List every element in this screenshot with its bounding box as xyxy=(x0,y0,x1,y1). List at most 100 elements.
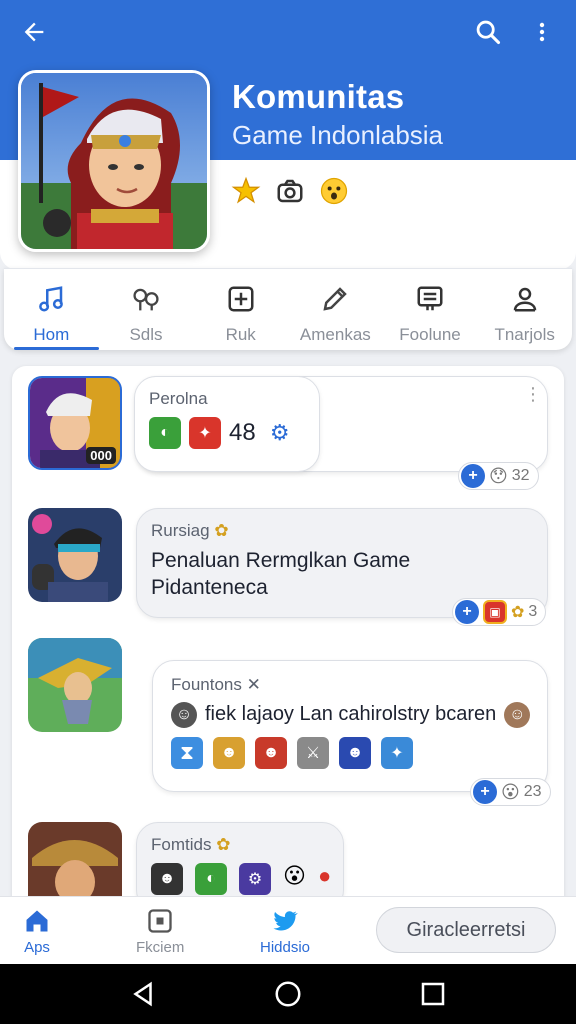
add-reaction-icon: + xyxy=(473,780,497,804)
add-reaction-icon: + xyxy=(455,600,479,624)
post-author-row: Fountons ✕ xyxy=(171,675,261,695)
post-avatar[interactable] xyxy=(28,508,122,602)
hourglass-icon: ⧗ xyxy=(171,737,203,769)
tab-sdls[interactable]: Sdls xyxy=(99,269,194,350)
screen: Komunitas Game Indonlabsia Hom Sdls Ruk … xyxy=(0,0,576,1024)
user-avatar-icon: ☺ xyxy=(504,701,531,728)
app-bar xyxy=(0,0,576,64)
tab-ruk[interactable]: Ruk xyxy=(193,269,288,350)
game-icon: ☻ xyxy=(255,737,287,769)
tab-foolune[interactable]: Foolune xyxy=(383,269,478,350)
star-icon[interactable] xyxy=(230,175,262,207)
square-icon xyxy=(148,909,172,933)
post-author: Fomtids xyxy=(151,835,212,854)
pill-button[interactable]: Giracleerretsi xyxy=(376,907,556,953)
close-icon[interactable]: ✕ xyxy=(247,675,261,694)
reaction-chip[interactable]: + 😯 32 xyxy=(458,462,539,490)
post-author-row: Rursiag ✿ xyxy=(151,521,229,541)
bottom-nav-fkciem[interactable]: Fkciem xyxy=(136,907,184,956)
post-author: Fountons xyxy=(171,675,242,694)
home-icon xyxy=(26,910,48,932)
post-card[interactable]: Fomtids ✿ ☻ ◐ ⚙ 😮 ● xyxy=(136,822,344,906)
tab-hom[interactable]: Hom xyxy=(4,269,99,350)
bottom-nav-label: Aps xyxy=(24,939,50,956)
tab-label: Sdls xyxy=(129,325,163,344)
user-avatar-icon: ☺ xyxy=(171,701,197,728)
emoji-icon: ● xyxy=(317,863,332,888)
post-more-icon[interactable]: ⋮ xyxy=(524,385,542,403)
plus-square-icon xyxy=(225,283,257,315)
header-emoji-row xyxy=(230,175,350,207)
post-card[interactable]: Fountons ✕ ☺ fiek lajaoy Lan cahirolstry… xyxy=(152,660,548,792)
music-note-icon xyxy=(35,283,67,315)
system-nav-bar xyxy=(0,964,576,1024)
leaf-icon: ✿ xyxy=(214,521,229,540)
search-button[interactable] xyxy=(470,14,506,50)
reaction-chip[interactable]: + 😮 23 xyxy=(470,778,551,806)
post-feed: 000 Perolna ◐ ✦ 48 ⚙ ⋮ + 😯 32 Rursiag ✿ … xyxy=(12,366,564,906)
camera-icon[interactable] xyxy=(274,175,306,207)
community-avatar xyxy=(18,70,210,252)
search-icon xyxy=(476,20,501,45)
game-icon: ✦ xyxy=(381,737,413,769)
post-text: fiek lajaoy Lan cahirolstry bcaren xyxy=(205,703,497,725)
back-triangle-icon[interactable] xyxy=(128,979,158,1009)
post-author: Perolna xyxy=(149,389,208,408)
gear-icon: ⚙ xyxy=(263,417,296,449)
post-author: Rursiag xyxy=(151,521,210,540)
bottom-nav-hiddsio[interactable]: Hiddsio xyxy=(260,907,310,956)
recents-square-icon[interactable] xyxy=(418,979,448,1009)
post-author-row: Fomtids ✿ xyxy=(151,835,230,855)
home-circle-icon[interactable] xyxy=(273,979,303,1009)
post-text-row: ☺ fiek lajaoy Lan cahirolstry bcaren ☺ xyxy=(171,701,531,728)
bottom-nav-label: Fkciem xyxy=(136,939,185,956)
community-subtitle: Game Indonlabsia xyxy=(232,120,444,150)
community-title-block: Komunitas Game Indonlabsia xyxy=(232,78,443,151)
more-vert-icon xyxy=(539,22,545,42)
reaction-count: 3 xyxy=(528,603,538,620)
reaction-count: 32 xyxy=(511,467,530,484)
bottom-nav-label: Hiddsio xyxy=(260,939,311,956)
game-icon: ☻ xyxy=(151,863,183,895)
tab-label: Ruk xyxy=(225,325,256,344)
post-avatar[interactable] xyxy=(28,638,122,732)
surprised-face-icon[interactable] xyxy=(318,175,350,207)
emoji-icon: 😮 xyxy=(501,781,520,802)
emoji-icon: ▣ xyxy=(483,600,507,624)
gears-icon xyxy=(130,283,162,315)
post-count: 48 xyxy=(229,419,256,446)
add-reaction-icon: + xyxy=(461,464,485,488)
post-avatar[interactable] xyxy=(28,822,122,906)
bottom-nav-aps[interactable]: Aps xyxy=(22,907,52,956)
tab-amenkas[interactable]: Amenkas xyxy=(288,269,383,350)
tab-tnarjols[interactable]: Tnarjols xyxy=(477,269,572,350)
community-tabs: Hom Sdls Ruk Amenkas Foolune Tnarjols xyxy=(4,268,572,350)
tab-label: Hom xyxy=(33,325,70,344)
community-title: Komunitas xyxy=(232,78,405,115)
game-icon: ✦ xyxy=(189,417,221,449)
bottom-nav: Aps Fkciem Hiddsio Giracleerretsi xyxy=(0,896,576,964)
post-text-line: Pidantenecа xyxy=(151,576,268,599)
emoji-icon: 😮 xyxy=(283,863,306,888)
game-icon: ⚔ xyxy=(297,737,329,769)
tab-label: Amenkas xyxy=(299,325,371,344)
more-menu-button[interactable] xyxy=(524,14,560,50)
tab-label: Foolune xyxy=(399,325,461,344)
doc-icon xyxy=(414,283,446,315)
leaf-icon: ✿ xyxy=(511,604,525,621)
pencil-icon xyxy=(319,283,351,315)
game-icon-row: ⧗ ☻ ☻ ⚔ ☻ ✦ xyxy=(171,737,413,769)
game-icon-row: ☻ ◐ ⚙ 😮 ● xyxy=(151,863,331,895)
game-icon: ◐ xyxy=(195,863,227,895)
back-button[interactable] xyxy=(16,14,52,50)
emoji-icon: 😯 xyxy=(489,465,508,486)
leaf-icon: ✿ xyxy=(216,835,231,854)
game-icon: ⚙ xyxy=(239,863,271,895)
game-icon: ◐ xyxy=(149,417,181,449)
reaction-chip[interactable]: + ▣ ✿ 3 xyxy=(452,598,547,626)
post-text: Penaluan Rermglkan Game Pidantenecа xyxy=(151,547,410,601)
person-icon xyxy=(509,283,541,315)
back-arrow-icon xyxy=(24,22,44,42)
post-avatar[interactable]: 000 xyxy=(28,376,122,470)
post-inner-card: Perolna ◐ ✦ 48 ⚙ xyxy=(134,376,320,472)
